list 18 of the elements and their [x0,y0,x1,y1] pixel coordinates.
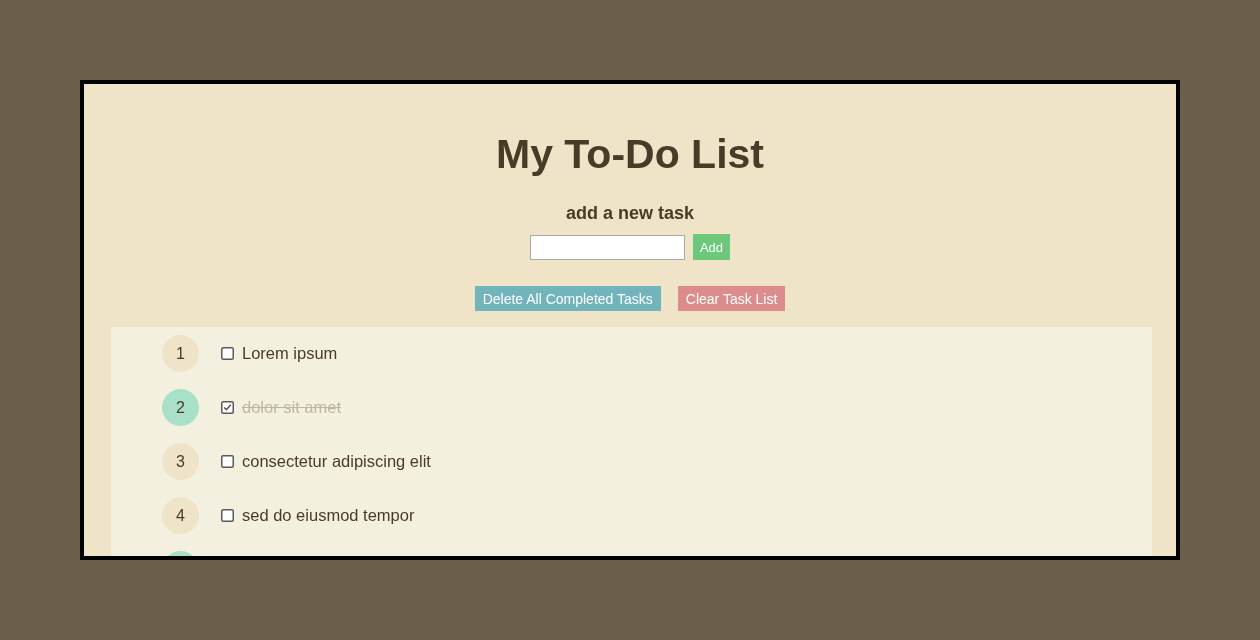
task-label: dolor sit amet [242,398,342,417]
task-number: 1 [162,335,199,372]
clear-list-button[interactable]: Clear Task List [677,286,786,311]
delete-completed-button[interactable]: Delete All Completed Tasks [474,286,661,311]
task-label: consectetur adipiscing elit [242,452,431,471]
task-label: Lorem ipsum [242,344,338,363]
add-button[interactable]: Add [692,234,731,260]
task-input[interactable] [529,234,685,260]
task-number: 3 [162,443,199,480]
task-label: sed do eiusmod tempor [242,506,415,525]
task-checkbox[interactable] [221,401,234,414]
task-number: 4 [162,497,199,534]
task-checkbox[interactable] [221,455,234,468]
task-checkbox[interactable] [221,509,234,522]
task-number: 2 [162,389,199,426]
task-checkbox[interactable] [221,347,234,360]
page-title: My To-Do List [496,130,764,179]
new-task-heading: add a new task [565,202,695,224]
